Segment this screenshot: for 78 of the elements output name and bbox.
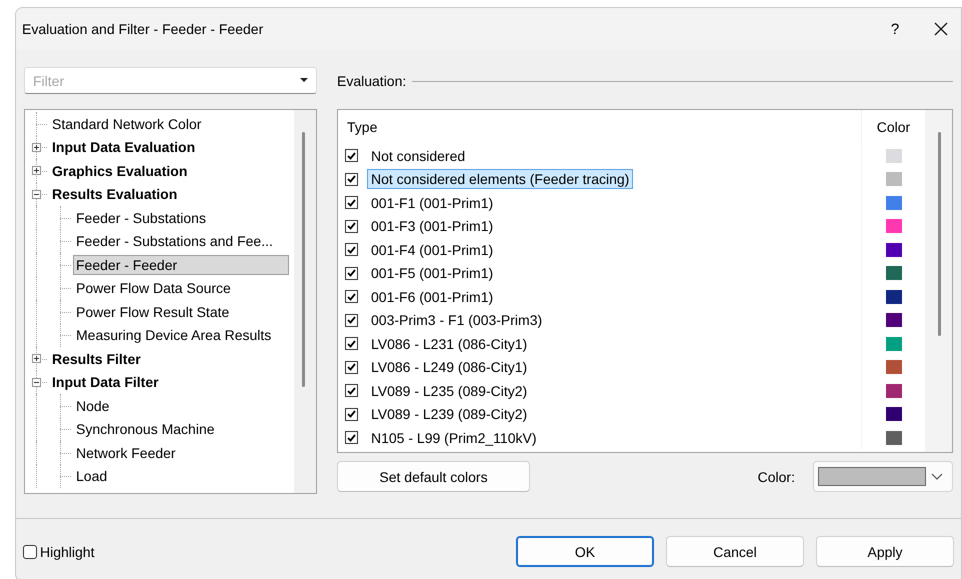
color-swatch[interactable] <box>886 148 902 163</box>
checkbox[interactable] <box>345 220 358 233</box>
checkbox[interactable] <box>345 266 358 280</box>
type-label[interactable]: LV086 - L249 (086-City1) <box>367 357 532 378</box>
collapse-toggle-icon[interactable] <box>32 378 41 387</box>
type-label[interactable]: LV086 - L231 (086-City1) <box>367 334 532 354</box>
color-combo[interactable] <box>813 461 953 492</box>
checkbox[interactable] <box>23 544 37 558</box>
checkbox[interactable] <box>345 290 358 304</box>
checkbox[interactable] <box>345 243 358 256</box>
type-label[interactable]: 003-Prim3 - F1 (003-Prim3) <box>367 310 546 330</box>
dropdown-arrow-icon <box>300 78 308 83</box>
expand-toggle-icon[interactable] <box>32 354 41 364</box>
type-label[interactable]: Not considered <box>367 146 470 166</box>
checkbox[interactable] <box>345 431 358 444</box>
tree-item[interactable]: Graphics Evaluation <box>49 160 190 181</box>
tree-item[interactable]: Input Data Filter <box>49 372 162 392</box>
tree-item[interactable]: Power Flow Result State <box>73 302 232 322</box>
color-swatch[interactable] <box>886 407 902 422</box>
checkbox[interactable] <box>345 149 358 162</box>
color-swatch[interactable] <box>886 313 902 328</box>
tree-item[interactable]: Feeder - Substations <box>73 208 209 228</box>
type-label[interactable]: 001-F4 (001-Prim1) <box>367 240 498 260</box>
checkbox[interactable] <box>345 360 358 374</box>
dialog-button[interactable]: OK <box>516 536 654 567</box>
checkbox[interactable] <box>345 172 358 186</box>
checkbox[interactable] <box>345 314 358 327</box>
color-swatch[interactable] <box>886 219 902 234</box>
checkbox-label[interactable]: Highlight <box>40 544 94 560</box>
tree-item[interactable]: Standard Network Color <box>49 114 204 134</box>
color-swatch[interactable] <box>886 242 902 257</box>
color-swatch[interactable] <box>886 290 902 304</box>
type-label[interactable]: 001-F1 (001-Prim1) <box>367 192 498 213</box>
color-swatch[interactable] <box>886 196 902 210</box>
checkbox[interactable] <box>345 196 358 210</box>
checkbox[interactable] <box>345 408 358 421</box>
tree-item[interactable]: Input Data Evaluation <box>49 137 198 158</box>
checkbox[interactable] <box>345 337 358 350</box>
tree-item[interactable]: Power Flow Data Source <box>73 278 234 298</box>
tree-item[interactable]: Measuring Device Area Results <box>73 325 274 346</box>
tree-item[interactable]: Results Filter <box>49 348 144 369</box>
dialog-button[interactable]: Apply <box>816 536 954 567</box>
type-label[interactable]: N105 - L99 (Prim2_110kV) <box>367 428 540 448</box>
filter-field[interactable]: Filter <box>33 72 300 88</box>
column-header[interactable]: Type <box>338 119 861 135</box>
filter-combo[interactable]: Filter <box>24 67 317 94</box>
color-label: Color: <box>758 468 795 484</box>
color-swatch[interactable] <box>886 384 902 398</box>
dialog-button[interactable]: Cancel <box>666 536 804 567</box>
type-label[interactable]: 001-F6 (001-Prim1) <box>367 286 498 307</box>
tree-item[interactable]: Feeder - Substations and Fee... <box>73 231 276 252</box>
checkbox[interactable] <box>345 384 358 398</box>
expand-toggle-icon[interactable] <box>32 166 41 176</box>
tree-item[interactable]: Network Feeder <box>73 442 179 463</box>
set-default-colors-button[interactable]: Set default colors <box>337 461 530 492</box>
section-title: Evaluation: <box>337 72 406 88</box>
color-swatch[interactable] <box>886 430 902 445</box>
color-swatch[interactable] <box>886 360 902 374</box>
tree-item[interactable]: Node <box>73 396 112 416</box>
color-swatch[interactable] <box>886 336 902 351</box>
tree-item[interactable]: Synchronous Machine <box>73 419 218 440</box>
scrollbar-thumb[interactable] <box>302 132 305 387</box>
tree-item[interactable]: Feeder - Feeder <box>73 254 289 275</box>
color-swatch[interactable] <box>886 172 902 186</box>
tree-item[interactable]: Results Evaluation <box>49 184 180 204</box>
chevron-down-icon <box>931 473 943 480</box>
tree-item[interactable]: Load <box>73 466 110 486</box>
scrollbar-thumb[interactable] <box>938 132 941 336</box>
collapse-toggle-icon[interactable] <box>32 190 41 199</box>
type-label[interactable]: 001-F5 (001-Prim1) <box>367 263 498 284</box>
type-label[interactable]: Not considered elements (Feeder tracing) <box>367 169 634 190</box>
expand-toggle-icon[interactable] <box>32 142 41 152</box>
type-label[interactable]: LV089 - L239 (089-City2) <box>367 404 532 424</box>
type-label[interactable]: LV089 - L235 (089-City2) <box>367 380 532 401</box>
window-title: Evaluation and Filter - Feeder - Feeder <box>22 21 264 37</box>
color-swatch[interactable] <box>886 266 902 280</box>
help-button[interactable]: ? <box>884 20 906 38</box>
type-label[interactable]: 001-F3 (001-Prim1) <box>367 216 498 236</box>
